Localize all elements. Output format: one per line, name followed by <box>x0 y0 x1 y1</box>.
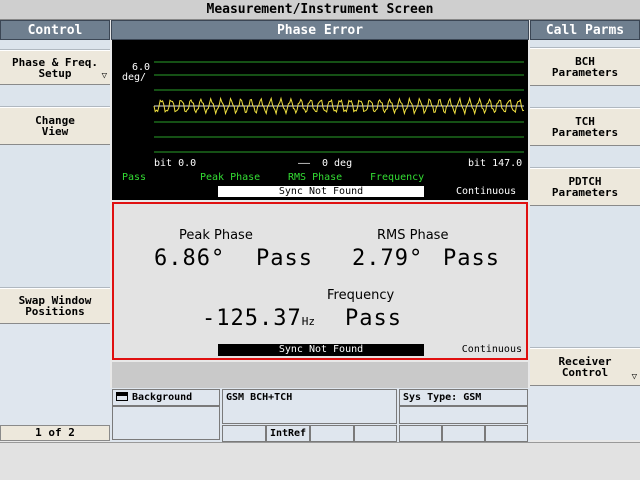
tch-line2: Parameters <box>551 126 619 139</box>
ref-line-marker: —— <box>298 158 311 169</box>
ref-line-label: 0 deg <box>322 158 353 169</box>
graph-mode-label: Continuous <box>456 186 517 197</box>
frequency-value-group: -125.37Hz <box>202 306 315 331</box>
right-softkey-panel: BCH Parameters TCH Parameters PDTCH Para… <box>530 40 640 440</box>
results-mode-label: Continuous <box>461 344 522 355</box>
call-status-field: GSM BCH+TCH <box>222 389 397 424</box>
rms-phase-label: RMS Phase <box>377 228 449 243</box>
control-header: Control <box>0 20 110 40</box>
x-end-label: bit 147.0 <box>468 158 523 169</box>
status-indicator <box>442 425 485 442</box>
left-spacer <box>0 40 110 50</box>
peak-phase-value: 6.86° <box>154 246 226 271</box>
tch-parameters-button[interactable]: TCH Parameters <box>530 108 640 146</box>
swap-window-line2: Positions <box>25 305 85 318</box>
phase-error-results: Peak Phase 6.86° Pass RMS Phase 2.79° Pa… <box>112 202 528 360</box>
empty-window-area <box>112 362 528 388</box>
results-status-banner: Sync Not Found <box>218 344 424 356</box>
pdtch-parameters-button[interactable]: PDTCH Parameters <box>530 168 640 206</box>
legend-peak-phase: Peak Phase <box>200 172 261 183</box>
frequency-verdict: Pass <box>345 306 402 331</box>
rms-phase-verdict: Pass <box>443 246 500 271</box>
rms-phase-value: 2.79° <box>352 246 424 271</box>
change-view-line2: View <box>41 125 69 138</box>
background-button[interactable]: Background <box>112 389 220 406</box>
status-field <box>399 406 528 424</box>
receiver-control-button[interactable]: Receiver Control ▽ <box>530 348 640 386</box>
sys-type-text: Sys Type: GSM <box>403 392 482 403</box>
left-softkey-panel: Phase & Freq. Setup ▽ Change View Swap W… <box>0 40 110 440</box>
phase-freq-setup-line2: Setup <box>38 66 72 80</box>
background-icon <box>116 392 128 401</box>
status-indicator <box>222 425 266 442</box>
left-spacer <box>0 85 110 107</box>
right-spacer <box>530 206 640 348</box>
peak-phase-verdict: Pass <box>256 246 313 271</box>
page-indicator[interactable]: 1 of 2 <box>0 425 110 441</box>
bch-parameters-button[interactable]: BCH Parameters <box>530 48 640 86</box>
legend-frequency: Frequency <box>370 172 425 183</box>
status-indicator <box>399 425 442 442</box>
swap-window-positions-button[interactable]: Swap Window Positions <box>0 288 110 324</box>
left-spacer <box>0 145 110 288</box>
status-indicator <box>354 425 397 442</box>
phase-error-header: Phase Error <box>111 20 529 40</box>
frequency-label: Frequency <box>327 288 395 303</box>
y-scale-unit: deg/ <box>122 72 147 83</box>
footer-bar <box>0 442 640 480</box>
right-spacer <box>530 86 640 108</box>
window-title: Measurement/Instrument Screen <box>0 0 640 20</box>
right-spacer <box>530 40 640 48</box>
bch-line2: Parameters <box>551 66 619 79</box>
call-parms-header: Call Parms <box>530 20 640 40</box>
receiver-line2: Control <box>561 366 609 379</box>
phase-freq-setup-line1: Phase & Freq. <box>11 55 99 69</box>
frequency-unit: Hz <box>301 315 315 328</box>
pdtch-line2: Parameters <box>551 186 619 199</box>
status-bar: Background GSM BCH+TCH Sys Type: GSM Int… <box>110 388 530 442</box>
status-indicator <box>485 425 528 442</box>
submenu-triangle-icon: ▽ <box>101 71 107 81</box>
legend-pass: Pass <box>122 172 147 183</box>
peak-phase-label: Peak Phase <box>179 228 253 243</box>
intref-indicator: IntRef <box>266 425 310 442</box>
x-start-label: bit 0.0 <box>154 158 197 169</box>
legend-rms-phase: RMS Phase <box>288 172 343 183</box>
call-status-text: GSM BCH+TCH <box>226 392 293 403</box>
phase-error-graph: 6.0 deg/ bit 0.0 —— 0 deg bit 147.0 Pass… <box>112 40 528 200</box>
sys-type-field: Sys Type: GSM <box>399 389 528 406</box>
status-indicator <box>310 425 354 442</box>
graph-status-banner: Sync Not Found <box>218 186 424 197</box>
background-label: Background <box>132 392 193 403</box>
background-status-area <box>112 406 220 440</box>
phase-freq-setup-button[interactable]: Phase & Freq. Setup ▽ <box>0 50 110 85</box>
frequency-value: -125.37 <box>202 306 302 331</box>
submenu-triangle-icon: ▽ <box>631 372 637 382</box>
right-spacer <box>530 146 640 168</box>
change-view-button[interactable]: Change View <box>0 107 110 145</box>
